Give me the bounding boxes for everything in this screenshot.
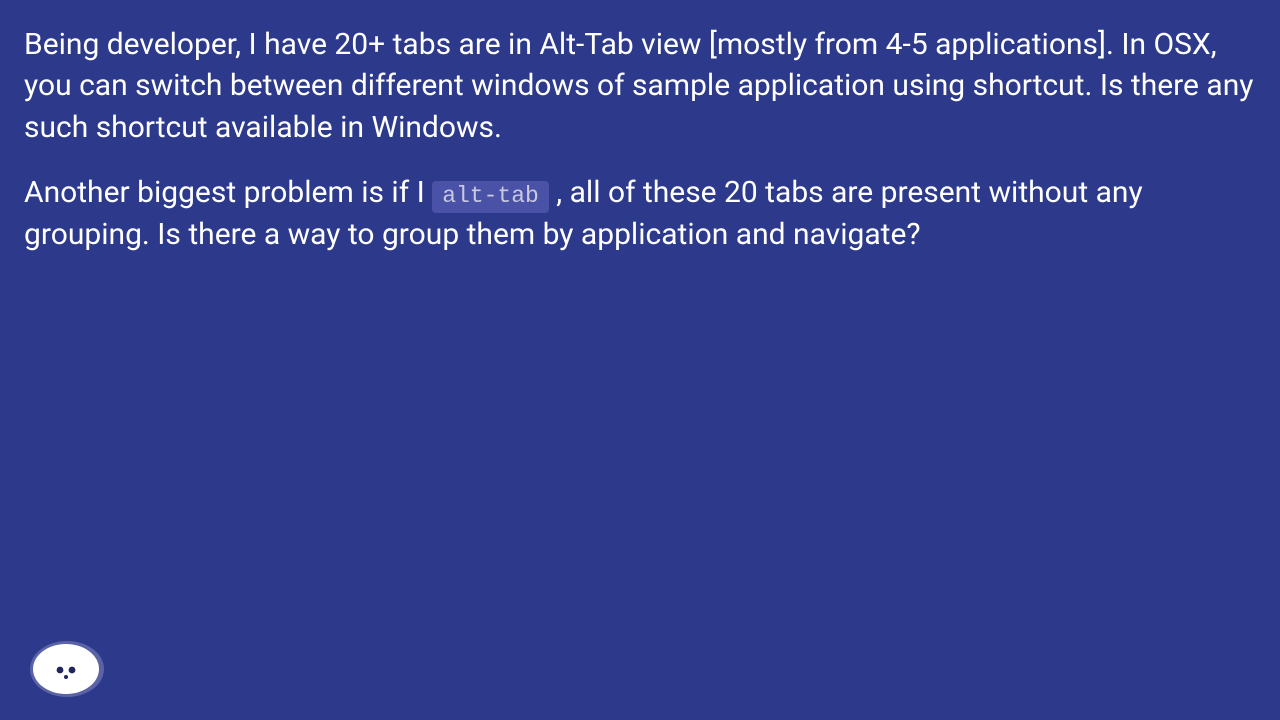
inline-code-alt-tab: alt-tab <box>432 181 549 213</box>
paragraph-1: Being developer, I have 20+ tabs are in … <box>24 24 1256 148</box>
avatar-icon <box>28 640 106 698</box>
question-body: Being developer, I have 20+ tabs are in … <box>24 24 1256 255</box>
paragraph-2: Another biggest problem is if I alt-tab … <box>24 172 1256 255</box>
paragraph-2-pre: Another biggest problem is if I <box>24 175 432 210</box>
